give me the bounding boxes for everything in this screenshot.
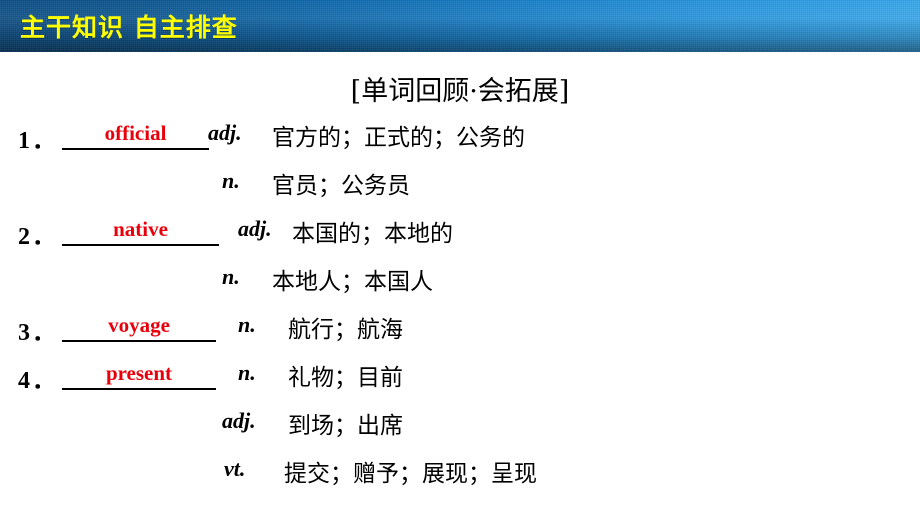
header-banner: 主干知识 自主排查 <box>0 0 920 52</box>
answer-blank-official[interactable]: official <box>62 118 209 150</box>
answer-blank-present[interactable]: present <box>62 358 216 390</box>
banner-title: 主干知识 自主排查 <box>20 13 238 42</box>
part-of-speech: adj. <box>208 120 242 145</box>
part-of-speech: vt. <box>224 456 246 481</box>
definition-text: 航行；航海 <box>288 317 403 343</box>
word-entry-4-line-2: adj. 到场；出席 <box>0 404 920 452</box>
definition-text: 到场；出席 <box>288 413 403 439</box>
definition-text: 礼物；目前 <box>288 365 403 391</box>
entry-number: 3． <box>18 320 58 346</box>
part-of-speech: n. <box>222 168 240 193</box>
entry-number: 4． <box>18 368 58 394</box>
word-entry-4: 4． present n. 礼物；目前 <box>0 356 920 404</box>
part-of-speech: n. <box>238 360 256 385</box>
word-entry-4-line-3: vt. 提交；赠予；展现；呈现 <box>0 452 920 500</box>
word-entry-1-line-2: n. 官员；公务员 <box>0 164 920 212</box>
entry-number: 1． <box>18 128 58 154</box>
word-entry-2-line-2: n. 本地人；本国人 <box>0 260 920 308</box>
answer-blank-native[interactable]: native <box>62 214 219 246</box>
definition-text: 本地人；本国人 <box>272 269 433 295</box>
word-list: 1． official adj. 官方的；正式的；公务的 n. 官员；公务员 2… <box>0 116 920 500</box>
definition-text: 提交；赠予；展现；呈现 <box>284 461 537 487</box>
word-entry-2: 2． native adj. 本国的；本地的 <box>0 212 920 260</box>
definition-text: 本国的；本地的 <box>292 221 453 247</box>
part-of-speech: n. <box>238 312 256 337</box>
word-entry-3: 3． voyage n. 航行；航海 <box>0 308 920 356</box>
entry-number: 2． <box>18 224 58 250</box>
answer-blank-voyage[interactable]: voyage <box>62 310 216 342</box>
section-heading: [单词回顾·会拓展] <box>350 76 570 107</box>
word-entry-1: 1． official adj. 官方的；正式的；公务的 <box>0 116 920 164</box>
part-of-speech: n. <box>222 264 240 289</box>
definition-text: 官方的；正式的；公务的 <box>272 125 525 151</box>
part-of-speech: adj. <box>222 408 256 433</box>
definition-text: 官员；公务员 <box>272 173 410 199</box>
part-of-speech: adj. <box>238 216 272 241</box>
